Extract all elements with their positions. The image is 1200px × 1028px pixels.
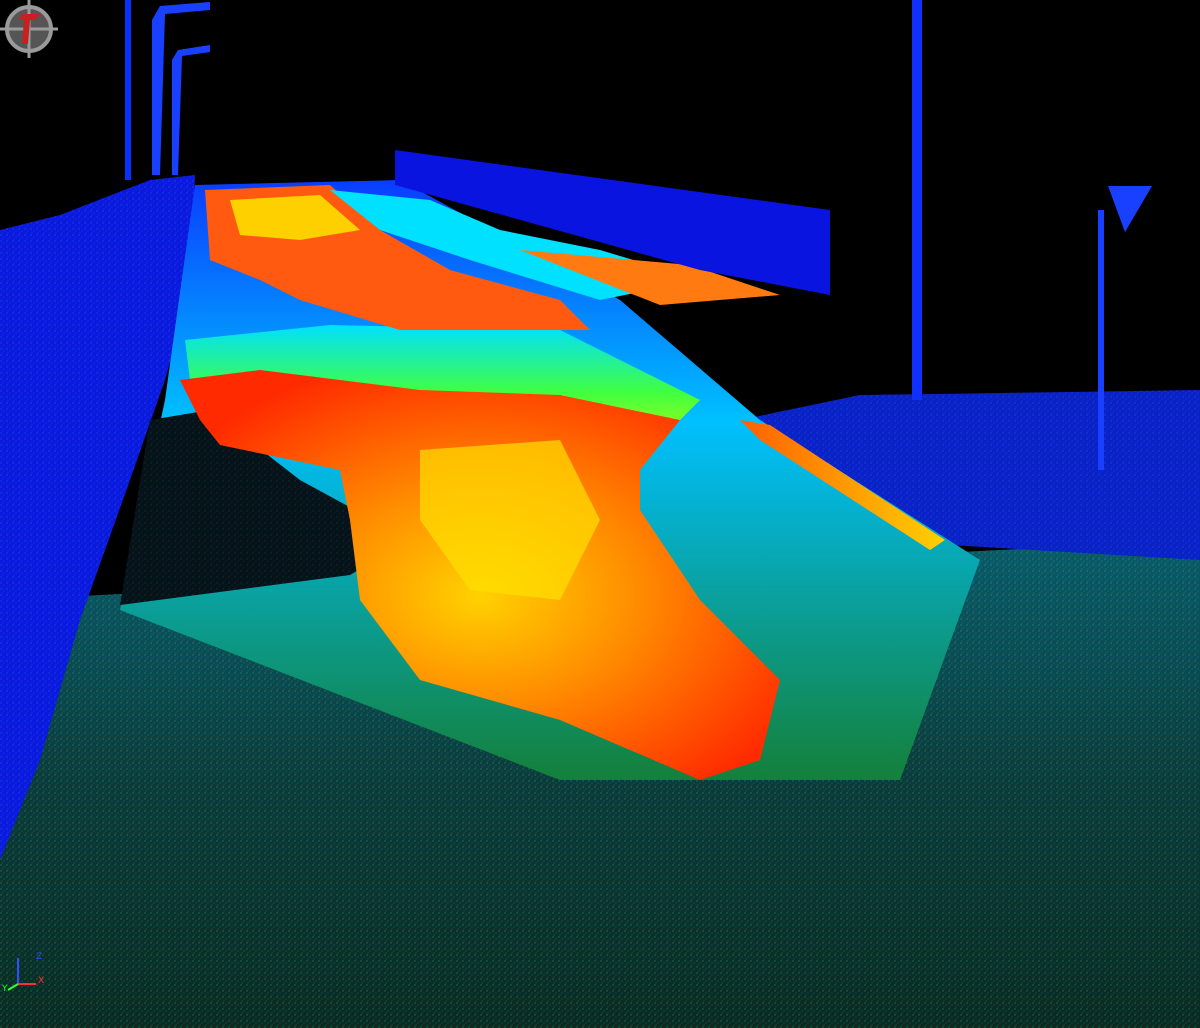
axis-y-label: Y — [2, 984, 8, 994]
point-cloud-render — [0, 0, 1200, 1028]
light-pole-left — [125, 0, 131, 180]
axis-z-label: Z — [36, 952, 43, 962]
point-cloud-viewport[interactable]: Z X Y — [0, 0, 1200, 1028]
yield-sign — [1108, 186, 1152, 232]
light-pole-arm-2 — [172, 45, 210, 175]
sign-post — [1098, 210, 1104, 470]
utility-pole-right — [912, 0, 922, 400]
xyz-axis-triad-icon: Z X Y — [2, 946, 46, 996]
axis-x-label: X — [38, 976, 45, 986]
light-pole-arm — [152, 2, 210, 175]
target-crosshair-logo-icon — [0, 0, 58, 58]
